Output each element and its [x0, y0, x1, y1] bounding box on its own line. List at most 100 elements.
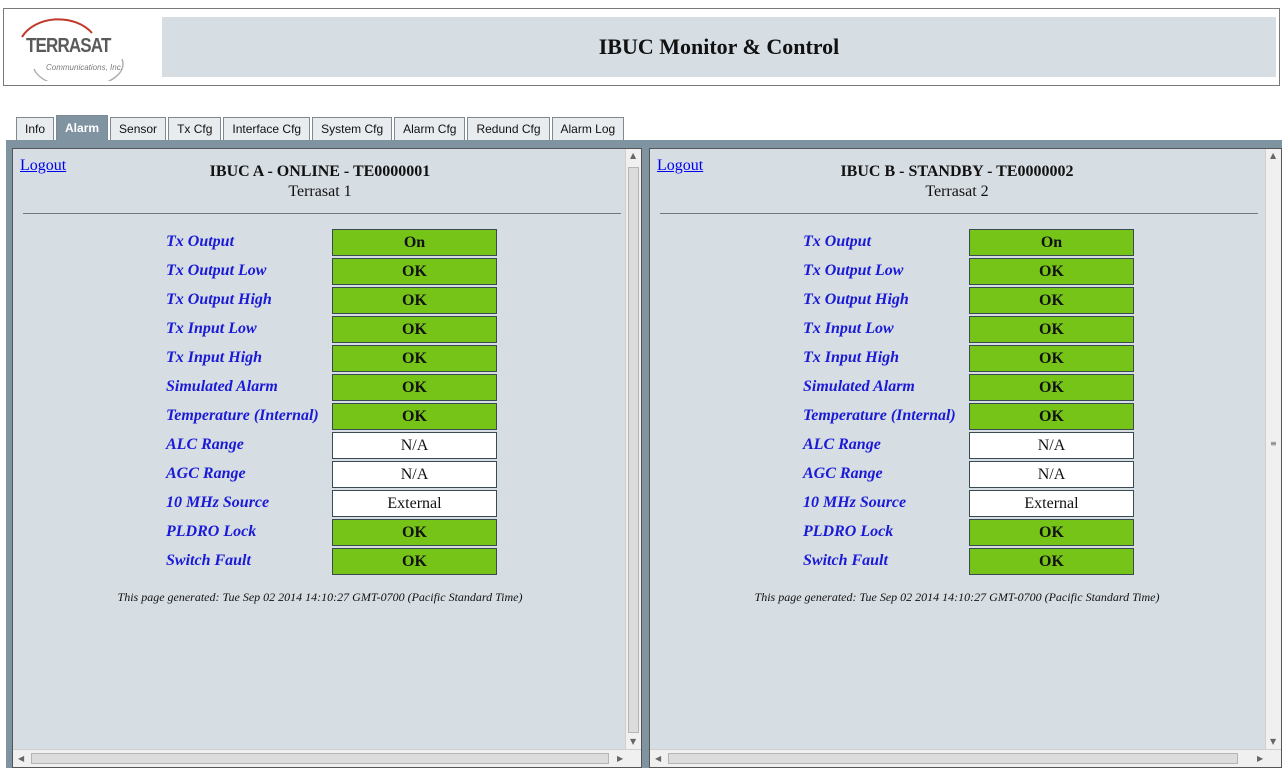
vertical-scrollbar[interactable]: ▲ ▼ — [625, 149, 641, 751]
alarm-status: On — [332, 229, 497, 256]
generated-timestamp: This page generated: Tue Sep 02 2014 14:… — [754, 590, 1160, 604]
alarm-status: OK — [332, 345, 497, 372]
alarm-label: AGC Range — [166, 465, 246, 482]
scroll-right-arrow-icon[interactable]: ▶ — [617, 754, 623, 763]
alarm-label: Tx Output — [166, 233, 235, 250]
alarm-label: 10 MHz Source — [803, 494, 907, 511]
alarm-status: OK — [332, 374, 497, 401]
unit-header: IBUC B - STANDBY - TE0000002 Terrasat 2 — [650, 163, 1264, 201]
unit-title: IBUC B - STANDBY - TE0000002 — [840, 163, 1074, 180]
scroll-down-arrow-icon[interactable]: ▼ — [1270, 737, 1276, 746]
terrasat-logo: TERRASAT Communications, Inc. — [12, 15, 152, 81]
horizontal-scrollbar[interactable]: ◀ ▶ — [650, 749, 1281, 767]
alarm-status: OK — [332, 287, 497, 314]
alarm-row: ALC Range N/A — [13, 432, 627, 459]
alarm-status: OK — [969, 374, 1134, 401]
tab-alarm-cfg[interactable]: Alarm Cfg — [394, 117, 466, 140]
alarm-row: 10 MHz Source External — [650, 490, 1264, 517]
page-title: IBUC Monitor & Control — [598, 34, 840, 59]
vertical-scrollbar[interactable]: ▲ ≡ ▼ — [1265, 149, 1281, 751]
alarm-label: PLDRO Lock — [166, 523, 257, 540]
alarm-row: Temperature (Internal) OK — [650, 403, 1264, 430]
alarm-row: Tx Input Low OK — [13, 316, 627, 343]
alarm-label: ALC Range — [803, 436, 881, 453]
alarm-status: OK — [969, 345, 1134, 372]
alarm-label: AGC Range — [803, 465, 883, 482]
scroll-up-arrow-icon[interactable]: ▲ — [630, 151, 636, 160]
pane-ibuc-b: Logout IBUC B - STANDBY - TE0000002 Terr… — [649, 148, 1282, 768]
tab-sensor[interactable]: Sensor — [110, 117, 167, 140]
title-bar: IBUC Monitor & Control — [162, 17, 1276, 77]
alarm-row: Tx Output Low OK — [650, 258, 1264, 285]
divider — [660, 213, 1258, 214]
scrollbar-thumb[interactable] — [668, 753, 1238, 764]
tab-tx-cfg[interactable]: Tx Cfg — [168, 117, 222, 140]
alarm-row: Tx Input Low OK — [650, 316, 1264, 343]
alarm-row: PLDRO Lock OK — [13, 519, 627, 546]
alarm-label: Tx Input Low — [803, 320, 894, 337]
generated-timestamp: This page generated: Tue Sep 02 2014 14:… — [117, 590, 523, 604]
alarm-label: Tx Output Low — [166, 262, 267, 279]
tab-system-cfg[interactable]: System Cfg — [312, 117, 393, 140]
alarm-row: Simulated Alarm OK — [13, 374, 627, 401]
alarm-row: Tx Output On — [650, 229, 1264, 256]
alarm-status: OK — [969, 258, 1134, 285]
alarm-row: Tx Input High OK — [650, 345, 1264, 372]
scrollbar-thumb[interactable] — [31, 753, 609, 764]
alarm-status: OK — [332, 519, 497, 546]
alarm-label: Switch Fault — [166, 552, 251, 569]
alarm-row: PLDRO Lock OK — [650, 519, 1264, 546]
alarm-label: Tx Output High — [166, 291, 272, 308]
page-header: TERRASAT Communications, Inc. IBUC Monit… — [3, 8, 1280, 86]
alarm-status: OK — [969, 548, 1134, 575]
tab-redund-cfg[interactable]: Redund Cfg — [467, 117, 550, 140]
alarm-status: N/A — [332, 461, 497, 488]
alarm-row: Temperature (Internal) OK — [13, 403, 627, 430]
alarm-row: AGC Range N/A — [13, 461, 627, 488]
alarm-label: Tx Output High — [803, 291, 909, 308]
scroll-left-arrow-icon[interactable]: ◀ — [18, 754, 24, 763]
alarm-row: Tx Output On — [13, 229, 627, 256]
alarm-status: OK — [332, 258, 497, 285]
tab-alarm[interactable]: Alarm — [56, 115, 109, 140]
unit-header: IBUC A - ONLINE - TE0000001 Terrasat 1 — [13, 163, 627, 201]
alarm-label: ALC Range — [166, 436, 244, 453]
alarm-row: Switch Fault OK — [650, 548, 1264, 575]
divider — [23, 213, 621, 214]
alarm-status: N/A — [969, 432, 1134, 459]
alarm-label: 10 MHz Source — [166, 494, 270, 511]
alarm-label: Tx Input High — [803, 349, 900, 366]
unit-name: Terrasat 2 — [925, 183, 989, 200]
scroll-up-arrow-icon[interactable]: ▲ — [1270, 151, 1276, 160]
scroll-left-arrow-icon[interactable]: ◀ — [655, 754, 661, 763]
alarm-label: Tx Input Low — [166, 320, 257, 337]
tab-interface-cfg[interactable]: Interface Cfg — [223, 117, 311, 140]
alarm-label: Tx Output Low — [803, 262, 904, 279]
alarm-status: OK — [332, 548, 497, 575]
logo-wordmark: TERRASAT — [26, 35, 111, 57]
alarm-status: OK — [969, 316, 1134, 343]
scrollbar-thumb[interactable] — [628, 167, 639, 733]
alarm-label: Temperature (Internal) — [166, 407, 319, 424]
alarm-label: Simulated Alarm — [166, 378, 278, 395]
alarm-row: 10 MHz Source External — [13, 490, 627, 517]
alarm-status: N/A — [969, 461, 1134, 488]
alarm-status: N/A — [332, 432, 497, 459]
alarm-row: Tx Output High OK — [650, 287, 1264, 314]
tab-info[interactable]: Info — [16, 117, 55, 140]
alarm-label: Switch Fault — [803, 552, 888, 569]
alarm-status: OK — [969, 403, 1134, 430]
scroll-right-arrow-icon[interactable]: ▶ — [1257, 754, 1263, 763]
alarm-row: AGC Range N/A — [650, 461, 1264, 488]
horizontal-scrollbar[interactable]: ◀ ▶ — [13, 749, 641, 767]
alarm-row: Tx Output Low OK — [13, 258, 627, 285]
alarm-label: Temperature (Internal) — [803, 407, 956, 424]
unit-title: IBUC A - ONLINE - TE0000001 — [209, 163, 431, 180]
alarm-status: On — [969, 229, 1134, 256]
alarm-row: ALC Range N/A — [650, 432, 1264, 459]
tab-alarm-log[interactable]: Alarm Log — [551, 117, 625, 140]
frame-area: Logout IBUC A - ONLINE - TE0000001 Terra… — [6, 140, 1282, 768]
alarm-label: Tx Input High — [166, 349, 263, 366]
scroll-down-arrow-icon[interactable]: ▼ — [630, 737, 636, 746]
pane-ibuc-a: Logout IBUC A - ONLINE - TE0000001 Terra… — [12, 148, 642, 768]
